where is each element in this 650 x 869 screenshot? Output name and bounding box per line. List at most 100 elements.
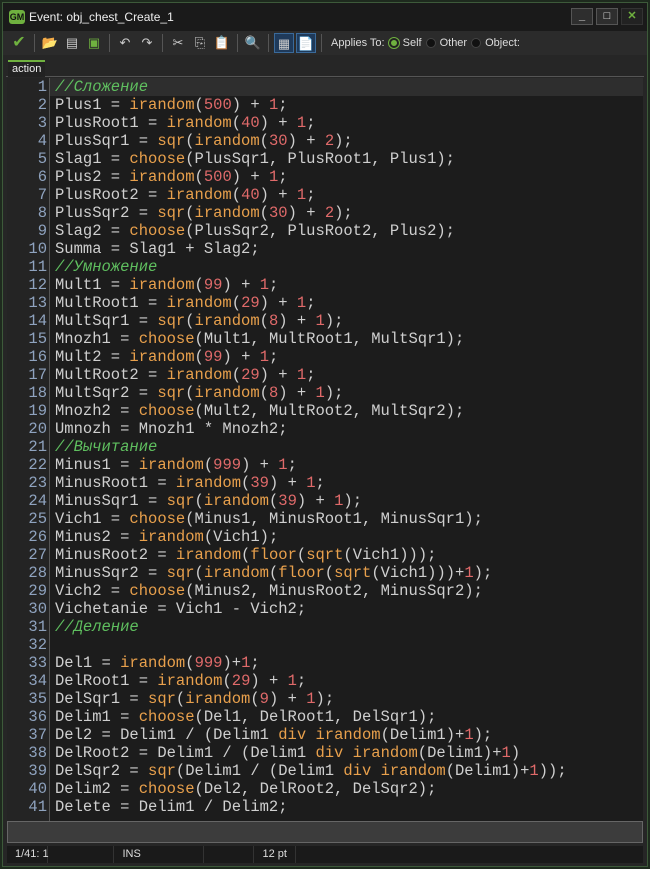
- check-icon[interactable]: ✔: [9, 33, 29, 53]
- line-number: 9: [37, 222, 47, 240]
- line-number: 35: [28, 690, 47, 708]
- undo-icon[interactable]: ↶: [115, 33, 135, 53]
- line-number: 38: [28, 744, 47, 762]
- line-number: 18: [28, 384, 47, 402]
- object-radio[interactable]: [471, 38, 482, 48]
- line-number: 29: [28, 582, 47, 600]
- code-view-icon[interactable]: ▦: [274, 33, 294, 53]
- line-number: 36: [28, 708, 47, 726]
- line-number: 30: [28, 600, 47, 618]
- code-line[interactable]: DelRoot1 = irandom(29) + 1;: [55, 672, 306, 690]
- window-title: Event: obj_chest_Create_1: [29, 10, 174, 24]
- open-icon[interactable]: 📂: [40, 33, 60, 53]
- code-line[interactable]: Minus2 = irandom(Vich1);: [55, 528, 278, 546]
- save-icon[interactable]: ▤: [62, 33, 82, 53]
- code-line[interactable]: MinusSqr1 = sqr(irandom(39) + 1);: [55, 492, 362, 510]
- code-line[interactable]: //Сложение: [55, 78, 148, 96]
- line-number: 37: [28, 726, 47, 744]
- code-line[interactable]: MultRoot2 = irandom(29) + 1;: [55, 366, 316, 384]
- code-line[interactable]: Slag2 = choose(PlusSqr2, PlusRoot2, Plus…: [55, 222, 455, 240]
- line-number: 28: [28, 564, 47, 582]
- line-number: 14: [28, 312, 47, 330]
- tab-action[interactable]: action: [8, 60, 46, 77]
- divider: [109, 34, 110, 52]
- code-line[interactable]: Plus2 = irandom(500) + 1;: [55, 168, 288, 186]
- code-line[interactable]: Mult2 = irandom(99) + 1;: [55, 348, 278, 366]
- line-number: 27: [28, 546, 47, 564]
- code-line[interactable]: //Умножение: [55, 258, 157, 276]
- line-number: 26: [28, 528, 47, 546]
- self-label[interactable]: Self: [403, 37, 422, 49]
- cut-icon[interactable]: ✂: [168, 33, 188, 53]
- horizontal-scrollbar[interactable]: [7, 821, 643, 843]
- status-bar: 1/41: 1 INS 12 pt: [7, 846, 643, 863]
- line-number: 32: [28, 636, 47, 654]
- script-icon[interactable]: 📄: [296, 33, 316, 53]
- code-line[interactable]: Slag1 = choose(PlusSqr1, PlusRoot1, Plus…: [55, 150, 455, 168]
- code-line[interactable]: Delete = Delim1 / Delim2;: [55, 798, 288, 816]
- code-line[interactable]: Vich1 = choose(Minus1, MinusRoot1, Minus…: [55, 510, 483, 528]
- code-line[interactable]: PlusSqr2 = sqr(irandom(30) + 2);: [55, 204, 353, 222]
- code-line[interactable]: MultRoot1 = irandom(29) + 1;: [55, 294, 316, 312]
- line-number: 23: [28, 474, 47, 492]
- code-line[interactable]: DelRoot2 = Delim1 / (Delim1 div irandom(…: [55, 744, 520, 762]
- print-icon[interactable]: ▣: [84, 33, 104, 53]
- line-number: 5: [37, 150, 47, 168]
- line-number: 40: [28, 780, 47, 798]
- code-line[interactable]: Mnozh1 = choose(Mult1, MultRoot1, MultSq…: [55, 330, 464, 348]
- code-line[interactable]: Minus1 = irandom(999) + 1;: [55, 456, 297, 474]
- toolbar: ✔ 📂 ▤ ▣ ↶ ↷ ✂ ⎘ 📋 🔍 ▦ 📄 Applies To: Self…: [3, 31, 647, 55]
- line-number: 24: [28, 492, 47, 510]
- line-number: 7: [37, 186, 47, 204]
- maximize-button[interactable]: □: [596, 8, 618, 25]
- copy-icon[interactable]: ⎘: [190, 33, 210, 53]
- object-label[interactable]: Object:: [485, 37, 520, 49]
- line-number: 2: [37, 96, 47, 114]
- code-line[interactable]: Vichetanie = Vich1 - Vich2;: [55, 600, 306, 618]
- other-radio[interactable]: [425, 38, 436, 48]
- line-number: 22: [28, 456, 47, 474]
- code-line[interactable]: Mnozh2 = choose(Mult2, MultRoot2, MultSq…: [55, 402, 464, 420]
- code-line[interactable]: Del2 = Delim1 / (Delim1 div irandom(Deli…: [55, 726, 492, 744]
- line-number: 41: [28, 798, 47, 816]
- code-line[interactable]: Vich2 = choose(Minus2, MinusRoot2, Minus…: [55, 582, 483, 600]
- code-line[interactable]: MinusRoot2 = irandom(floor(sqrt(Vich1)))…: [55, 546, 436, 564]
- code-line[interactable]: Mult1 = irandom(99) + 1;: [55, 276, 278, 294]
- other-label[interactable]: Other: [440, 37, 468, 49]
- self-radio[interactable]: [388, 38, 399, 48]
- code-line[interactable]: Umnozh = Mnozh1 * Mnozh2;: [55, 420, 288, 438]
- divider: [162, 34, 163, 52]
- line-number: 20: [28, 420, 47, 438]
- code-line[interactable]: //Вычитание: [55, 438, 157, 456]
- code-line[interactable]: DelSqr1 = sqr(irandom(9) + 1);: [55, 690, 334, 708]
- code-line[interactable]: MinusSqr2 = sqr(irandom(floor(sqrt(Vich1…: [55, 564, 492, 582]
- insert-mode: INS: [114, 846, 205, 863]
- find-icon[interactable]: 🔍: [243, 33, 263, 53]
- line-number: 12: [28, 276, 47, 294]
- line-number: 1: [37, 78, 47, 96]
- close-button[interactable]: ✕: [621, 8, 643, 25]
- title-bar: GM Event: obj_chest_Create_1 _ □ ✕: [3, 3, 647, 31]
- paste-icon[interactable]: 📋: [212, 33, 232, 53]
- code-line[interactable]: MultSqr1 = sqr(irandom(8) + 1);: [55, 312, 343, 330]
- code-line[interactable]: MultSqr2 = sqr(irandom(8) + 1);: [55, 384, 343, 402]
- code-line[interactable]: PlusRoot2 = irandom(40) + 1;: [55, 186, 316, 204]
- code-line[interactable]: Plus1 = irandom(500) + 1;: [55, 96, 288, 114]
- code-line[interactable]: DelSqr2 = sqr(Delim1 / (Delim1 div irand…: [55, 762, 567, 780]
- line-number: 34: [28, 672, 47, 690]
- code-line[interactable]: //Деление: [55, 618, 139, 636]
- code-line[interactable]: PlusRoot1 = irandom(40) + 1;: [55, 114, 316, 132]
- code-line[interactable]: PlusSqr1 = sqr(irandom(30) + 2);: [55, 132, 353, 150]
- code-line[interactable]: Del1 = irandom(999)+1;: [55, 654, 260, 672]
- code-line[interactable]: Delim2 = choose(Del2, DelRoot2, DelSqr2)…: [55, 780, 436, 798]
- line-number: 4: [37, 132, 47, 150]
- code-editor[interactable]: 1 2 3 4 5 6 7 8 9 10 11 12 13 14 15 16 17 18 19 20 21 22 23 24 2…: [7, 78, 643, 821]
- line-number: 17: [28, 366, 47, 384]
- minimize-button[interactable]: _: [571, 8, 593, 25]
- redo-icon[interactable]: ↷: [137, 33, 157, 53]
- line-number: 16: [28, 348, 47, 366]
- code-line[interactable]: Delim1 = choose(Del1, DelRoot1, DelSqr1)…: [55, 708, 436, 726]
- code-line[interactable]: Summa = Slag1 + Slag2;: [55, 240, 260, 258]
- line-number: 39: [28, 762, 47, 780]
- code-line[interactable]: MinusRoot1 = irandom(39) + 1;: [55, 474, 325, 492]
